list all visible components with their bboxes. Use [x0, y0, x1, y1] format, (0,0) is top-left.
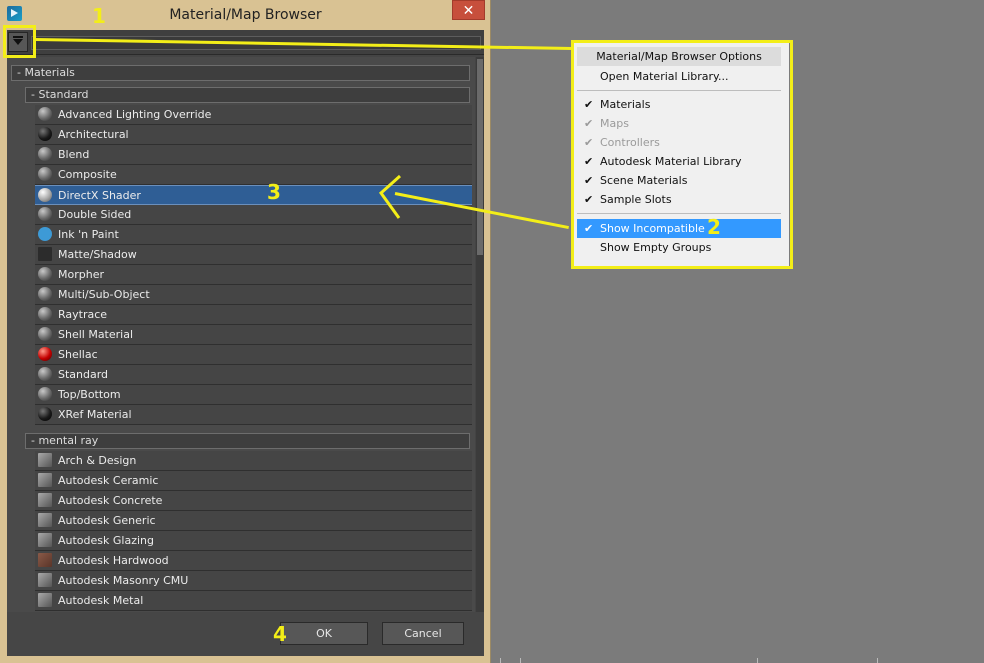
material-item-autodesk-concrete[interactable]: Autodesk Concrete — [35, 491, 472, 511]
material-item-xref-material[interactable]: XRef Material — [35, 405, 472, 425]
bottom-edge-tick — [877, 658, 878, 663]
material-item-multi-sub-object[interactable]: Multi/Sub-Object — [35, 285, 472, 305]
title-bar[interactable]: Material/Map Browser ✕ — [0, 0, 491, 30]
scrollbar-thumb[interactable] — [477, 59, 483, 255]
gray-square-icon — [38, 533, 52, 547]
material-item-label: Autodesk Ceramic — [58, 474, 159, 487]
material-item-label: Autodesk Glazing — [58, 534, 154, 547]
material-item-shellac[interactable]: Shellac — [35, 345, 472, 365]
material-item-label: Composite — [58, 168, 117, 181]
material-item-autodesk-ceramic[interactable]: Autodesk Ceramic — [35, 471, 472, 491]
material-item-label: Morpher — [58, 268, 104, 281]
material-item-blend[interactable]: Blend — [35, 145, 472, 165]
gray-square-icon — [38, 493, 52, 507]
material-item-label: Matte/Shadow — [58, 248, 137, 261]
material-item-autodesk-masonry-cmu[interactable]: Autodesk Masonry CMU — [35, 571, 472, 591]
material-item-label: XRef Material — [58, 408, 132, 421]
gray-sphere-icon — [38, 267, 52, 281]
material-item-ink-n-paint[interactable]: Ink 'n Paint — [35, 225, 472, 245]
material-item-autodesk-glazing[interactable]: Autodesk Glazing — [35, 531, 472, 551]
gray-square-icon — [38, 513, 52, 527]
material-item-label: Raytrace — [58, 308, 108, 321]
material-item-label: Arch & Design — [58, 454, 137, 467]
material-item-matte-shadow[interactable]: Matte/Shadow — [35, 245, 472, 265]
gray-sphere-icon — [38, 307, 52, 321]
bottom-edge-tick — [520, 658, 521, 663]
group-header-mental-ray[interactable]: - mental ray — [25, 433, 470, 449]
red-sphere-icon — [38, 347, 52, 361]
gray-sphere-icon — [38, 327, 52, 341]
material-item-shell-material[interactable]: Shell Material — [35, 325, 472, 345]
annotation-arrow-head-icon — [378, 174, 402, 219]
material-item-advanced-lighting-override[interactable]: Advanced Lighting Override — [35, 105, 472, 125]
bottom-edge-tick — [500, 658, 501, 663]
dark-sphere-icon — [38, 127, 52, 141]
material-item-label: Double Sided — [58, 208, 132, 221]
ok-button[interactable]: OK — [280, 622, 368, 645]
close-button[interactable]: ✕ — [452, 0, 485, 20]
material-map-browser-window: Material/Map Browser ✕ - Materials - Sta… — [0, 0, 491, 663]
material-item-label: Multi/Sub-Object — [58, 288, 150, 301]
brown-square-icon — [38, 553, 52, 567]
material-item-label: Autodesk Hardwood — [58, 554, 169, 567]
material-item-label: Shellac — [58, 348, 98, 361]
dialog-footer: OK Cancel — [7, 612, 484, 656]
material-item-morpher[interactable]: Morpher — [35, 265, 472, 285]
material-item-label: Autodesk Masonry CMU — [58, 574, 189, 587]
material-item-label: Architectural — [58, 128, 129, 141]
bottom-edge-tick — [757, 658, 758, 663]
material-item-autodesk-hardwood[interactable]: Autodesk Hardwood — [35, 551, 472, 571]
group-header-materials[interactable]: - Materials — [11, 65, 470, 81]
gray-square-icon — [38, 573, 52, 587]
light-sphere-icon — [38, 188, 52, 202]
annotation-marker-3: 3 — [267, 180, 281, 204]
gray-sphere-icon — [38, 147, 52, 161]
window-title: Material/Map Browser — [169, 7, 322, 23]
group-header-standard[interactable]: - Standard — [25, 87, 470, 103]
dark-square-icon — [38, 247, 52, 261]
material-item-label: Autodesk Generic — [58, 514, 156, 527]
material-item-label: Shell Material — [58, 328, 134, 341]
material-item-label: Autodesk Concrete — [58, 494, 163, 507]
material-item-top-bottom[interactable]: Top/Bottom — [35, 385, 472, 405]
material-item-arch-design[interactable]: Arch & Design — [35, 451, 472, 471]
material-tree: - Materials - Standard Advanced Lighting… — [7, 57, 475, 612]
vertical-scrollbar[interactable] — [476, 57, 484, 612]
material-item-autodesk-generic[interactable]: Autodesk Generic — [35, 511, 472, 531]
gray-sphere-icon — [38, 107, 52, 121]
material-item-autodesk-metal[interactable]: Autodesk Metal — [35, 591, 472, 611]
annotation-highlight-options-menu — [571, 40, 793, 269]
gray-sphere-icon — [38, 387, 52, 401]
material-item-raytrace[interactable]: Raytrace — [35, 305, 472, 325]
dark-sphere-icon — [38, 407, 52, 421]
blue-circle-icon — [38, 227, 52, 241]
material-item-label: Top/Bottom — [58, 388, 121, 401]
material-item-label: DirectX Shader — [58, 189, 141, 202]
material-item-label: Standard — [58, 368, 109, 381]
material-item-label: Ink 'n Paint — [58, 228, 119, 241]
gray-square-icon — [38, 593, 52, 607]
gray-sphere-icon — [38, 167, 52, 181]
material-item-label: Autodesk Metal — [58, 594, 144, 607]
material-item-label: Blend — [58, 148, 90, 161]
material-item-label: Advanced Lighting Override — [58, 108, 212, 121]
cancel-button[interactable]: Cancel — [382, 622, 464, 645]
gray-sphere-icon — [38, 287, 52, 301]
material-item-architectural[interactable]: Architectural — [35, 125, 472, 145]
annotation-marker-1: 1 — [92, 4, 106, 28]
gray-square-icon — [38, 473, 52, 487]
annotation-highlight-options-button — [3, 25, 36, 58]
gray-sphere-icon — [38, 207, 52, 221]
annotation-marker-2: 2 — [707, 215, 721, 239]
annotation-marker-4: 4 — [273, 622, 287, 646]
browser-client-area: - Materials - Standard Advanced Lighting… — [7, 30, 484, 656]
gray-square-icon — [38, 453, 52, 467]
material-item-standard[interactable]: Standard — [35, 365, 472, 385]
gray-sphere-icon — [38, 367, 52, 381]
